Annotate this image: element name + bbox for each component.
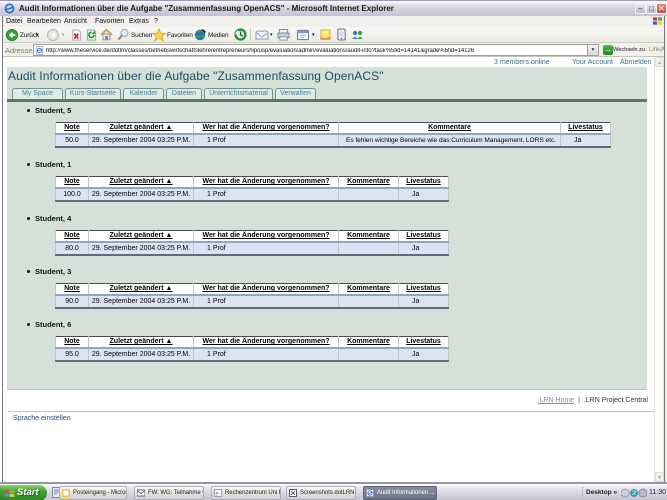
svg-text:e: e (216, 490, 219, 498)
